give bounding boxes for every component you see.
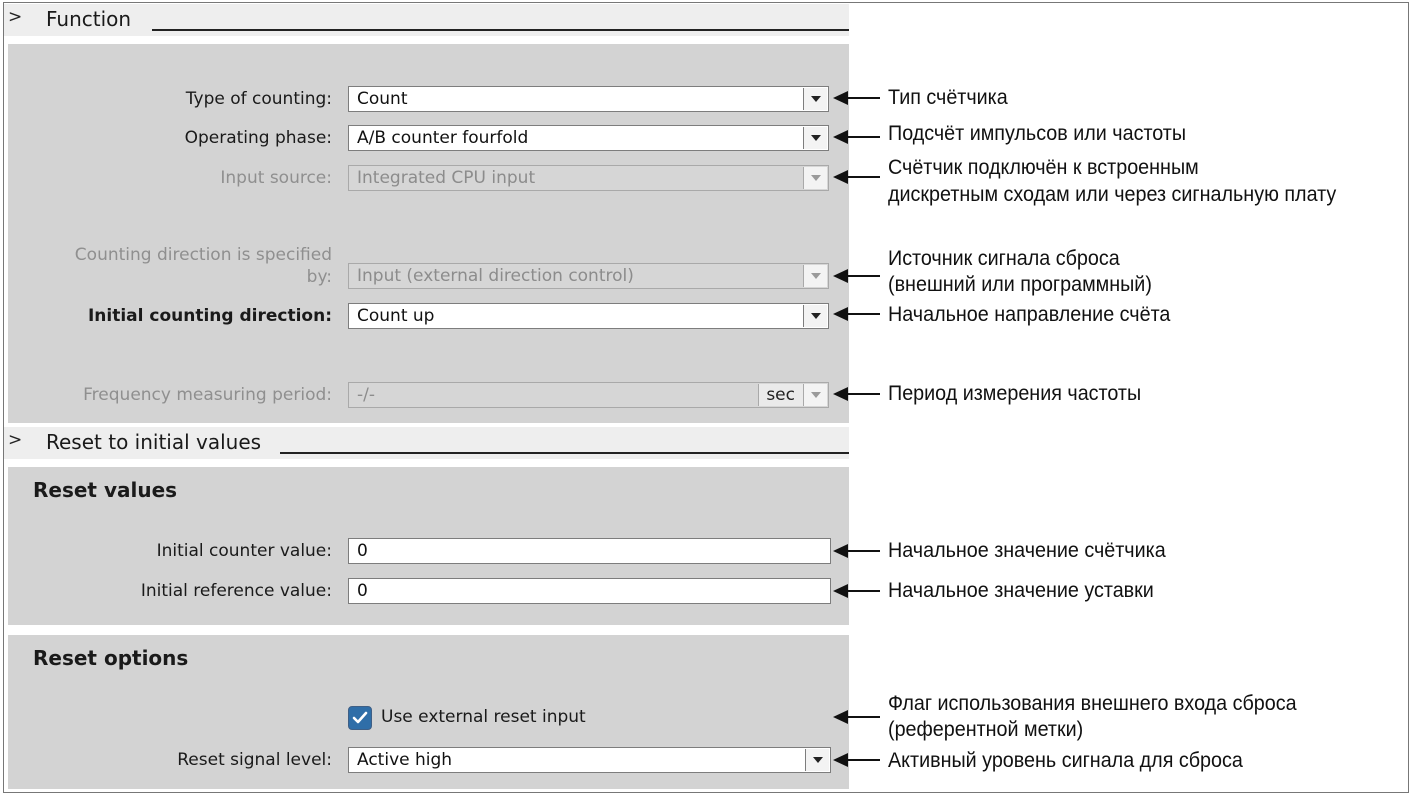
frequency-period-field: -/- sec [348, 382, 829, 408]
counting-direction-label-line2: by: [306, 267, 332, 287]
arrow-left-icon [833, 544, 880, 558]
reset-values-heading: Reset values [33, 478, 178, 502]
dropdown-arrow-icon[interactable] [803, 305, 827, 327]
arrow-left-icon [833, 307, 880, 321]
arrow-left-icon [833, 130, 880, 144]
arrow-left-icon [833, 269, 880, 283]
use-external-reset-label: Use external reset input [381, 707, 586, 727]
arrow-left-icon [833, 387, 880, 401]
use-external-reset-checkbox[interactable] [348, 706, 372, 730]
initial-direction-label: Initial counting direction: [87, 306, 332, 326]
chevron-right-icon[interactable]: > [8, 430, 22, 450]
reset-options-heading: Reset options [33, 646, 189, 670]
arrow-left-icon [833, 710, 880, 724]
initial-reference-input[interactable]: 0 [348, 578, 831, 604]
input-source-label: Input source: [220, 168, 332, 188]
operating-phase-select[interactable]: A/B counter fourfold [348, 125, 829, 151]
annotation-signal-level: Активный уровень сигнала для сброса [888, 749, 1243, 772]
initial-reference-label: Initial reference value: [140, 581, 332, 601]
arrow-left-icon [833, 170, 880, 184]
annotation-direction-line2: (внешний или программный) [888, 273, 1152, 296]
header-divider [152, 29, 849, 31]
annotation-direction-line1: Источник сигнала сброса [888, 247, 1120, 270]
annotation-frequency-period: Период измерения частоты [888, 382, 1142, 405]
initial-counter-label: Initial counter value: [156, 541, 332, 561]
annotation-initial-counter: Начальное значение счётчика [888, 539, 1166, 562]
counting-direction-select: Input (external direction control) [348, 263, 829, 289]
initial-direction-select[interactable]: Count up [348, 303, 829, 329]
annotation-external-reset-line2: (референтной метки) [888, 718, 1084, 741]
type-of-counting-label: Type of counting: [185, 89, 332, 109]
checkmark-icon [352, 711, 368, 724]
dropdown-arrow-icon [803, 384, 827, 406]
annotation-operating-phase: Подсчёт импульсов или частоты [888, 122, 1187, 145]
annotation-initial-reference: Начальное значение уставки [888, 579, 1154, 602]
annotation-external-reset-line1: Флаг использования внешнего входа сброса [888, 692, 1297, 715]
input-source-select: Integrated CPU input [348, 165, 829, 191]
initial-counter-input[interactable]: 0 [348, 538, 831, 564]
dropdown-arrow-icon [803, 167, 827, 189]
arrow-left-icon [833, 753, 880, 767]
annotation-initial-direction: Начальное направление счёта [888, 303, 1171, 326]
type-of-counting-select[interactable]: Count [348, 86, 829, 112]
header-divider [280, 452, 849, 454]
dropdown-arrow-icon [803, 265, 827, 287]
reset-signal-level-select[interactable]: Active high [348, 747, 831, 773]
annotation-input-source-line1: Счётчик подключён к встроенным [888, 156, 1199, 179]
arrow-left-icon [833, 584, 880, 598]
function-section-header[interactable]: > Function [4, 4, 849, 36]
reset-signal-level-label: Reset signal level: [177, 750, 332, 770]
annotation-input-source-line2: дискретным сходам или через сигнальную п… [888, 183, 1337, 206]
operating-phase-label: Operating phase: [184, 128, 332, 148]
arrow-left-icon [833, 91, 880, 105]
frequency-period-label: Frequency measuring period: [83, 385, 332, 405]
reset-section-title: Reset to initial values [46, 430, 262, 454]
dropdown-arrow-icon[interactable] [803, 88, 827, 110]
reset-section-header[interactable]: > Reset to initial values [4, 427, 849, 459]
dropdown-arrow-icon[interactable] [805, 749, 829, 771]
frequency-unit: sec [766, 385, 795, 405]
dropdown-arrow-icon[interactable] [803, 127, 827, 149]
annotation-type-of-counting: Тип счётчика [888, 86, 1008, 109]
function-section-title: Function [46, 7, 132, 31]
chevron-right-icon[interactable]: > [8, 7, 22, 27]
counting-direction-label-line1: Counting direction is specified [74, 245, 332, 265]
